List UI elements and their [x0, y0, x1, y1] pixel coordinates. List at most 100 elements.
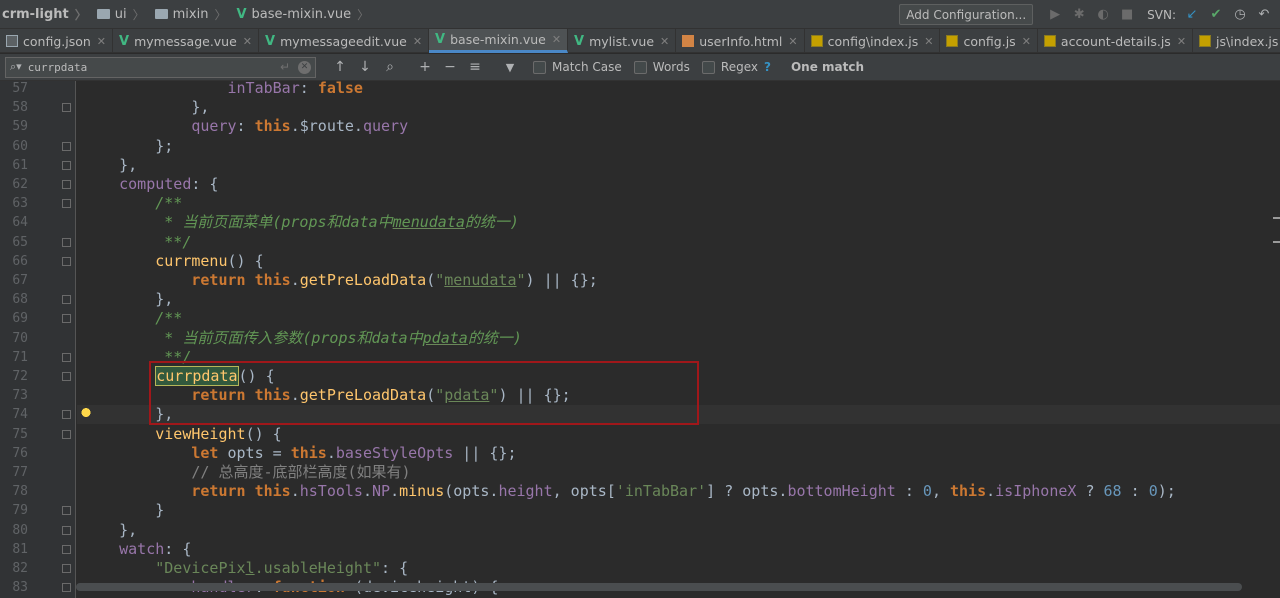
- editor-tab[interactable]: account-details.js ✕: [1038, 29, 1194, 53]
- horizontal-scrollbar[interactable]: [76, 583, 1242, 591]
- filter-icon[interactable]: ▼: [499, 54, 521, 81]
- words-box[interactable]: [633, 60, 647, 74]
- words-checkbox[interactable]: Words: [633, 60, 690, 74]
- editor-tab[interactable]: Vbase-mixin.vue ✕: [429, 29, 569, 53]
- code-line[interactable]: }: [83, 501, 164, 520]
- line-number: 72: [12, 369, 28, 384]
- svn-commit-icon[interactable]: ✔: [1206, 0, 1226, 29]
- clear-search-icon[interactable]: ✕: [298, 60, 311, 74]
- fold-marker-icon[interactable]: [62, 160, 71, 170]
- breadcrumb-item[interactable]: crm-light 〉: [0, 0, 91, 29]
- code-token: * 当前页面传入参数(props和data中: [83, 328, 423, 347]
- breadcrumb-item[interactable]: ui 〉: [91, 0, 149, 29]
- code-line[interactable]: query: this.$route.query: [83, 117, 408, 136]
- breadcrumb-item[interactable]: mixin 〉: [149, 0, 231, 29]
- fold-marker-icon[interactable]: [62, 525, 71, 535]
- fold-marker-icon[interactable]: [62, 103, 71, 113]
- code-line[interactable]: "DevicePixl.usableHeight": {: [83, 559, 408, 578]
- editor-tab[interactable]: config.js ✕: [940, 29, 1038, 53]
- fold-marker-icon[interactable]: [62, 410, 71, 420]
- code-line[interactable]: return this.hsTools.NP.minus(opts.height…: [83, 482, 1175, 501]
- code-line[interactable]: // 总高度-底部栏高度(如果有): [83, 463, 410, 482]
- breadcrumb-separator-icon: 〉: [214, 7, 227, 22]
- revert-icon[interactable]: ↶: [1254, 0, 1274, 29]
- code-line[interactable]: watch: {: [83, 540, 191, 559]
- match-case-checkbox[interactable]: Match Case: [533, 60, 622, 74]
- code-line[interactable]: * 当前页面菜单(props和data中menudata的统一): [83, 213, 519, 232]
- fold-marker-icon[interactable]: [62, 237, 71, 247]
- fold-marker-icon[interactable]: [62, 295, 71, 305]
- fold-marker-icon[interactable]: [62, 180, 71, 189]
- find-all-icon[interactable]: ⌕: [379, 54, 401, 81]
- debug-icon[interactable]: ✱: [1069, 0, 1089, 29]
- search-field[interactable]: ⌕▾ currpdata ↵ ✕: [5, 56, 316, 78]
- editor-tab[interactable]: config.json ✕: [0, 29, 113, 53]
- editor-tab[interactable]: config\index.js ✕: [805, 29, 941, 53]
- code-line[interactable]: return this.getPreLoadData("menudata") |…: [83, 271, 597, 290]
- add-configuration-button[interactable]: Add Configuration...: [899, 4, 1034, 25]
- regex-box[interactable]: [701, 60, 715, 74]
- editor-tab[interactable]: js\index.js✕: [1193, 29, 1280, 53]
- close-tab-icon[interactable]: ✕: [1022, 35, 1031, 48]
- stop-icon[interactable]: ■: [1117, 0, 1137, 29]
- fold-marker-icon[interactable]: [62, 564, 71, 573]
- add-selection-icon[interactable]: +: [414, 54, 436, 81]
- close-tab-icon[interactable]: ✕: [413, 35, 422, 48]
- code-line[interactable]: },: [83, 156, 137, 175]
- close-tab-icon[interactable]: ✕: [924, 35, 933, 48]
- close-tab-icon[interactable]: ✕: [243, 35, 252, 48]
- code-line[interactable]: /**: [83, 194, 182, 213]
- stripe-mark: [1273, 241, 1280, 243]
- code-token: },: [83, 98, 210, 117]
- fold-marker-icon[interactable]: [62, 506, 71, 516]
- code-line[interactable]: computed: {: [83, 175, 218, 194]
- fold-marker-icon[interactable]: [62, 199, 71, 209]
- editor-tab[interactable]: Vmymessage.vue ✕: [113, 29, 260, 53]
- fold-marker-icon[interactable]: [62, 429, 71, 439]
- code-editor[interactable]: 57 58 59 60 61 62 63 64 65 66 67 68 69 70 71 72 73 74 75 76…: [0, 81, 1280, 598]
- search-icon[interactable]: ⌕▾: [10, 60, 22, 74]
- code-line[interactable]: **/: [83, 233, 191, 252]
- code-token: :: [1121, 482, 1149, 501]
- breadcrumb: crm-light 〉 ui 〉 mixin 〉 Vbase-mixin.vue 〉: [0, 0, 373, 29]
- select-all-occurrences-icon[interactable]: ≡: [464, 54, 486, 81]
- breadcrumb-item[interactable]: Vbase-mixin.vue 〉: [230, 0, 373, 29]
- fold-marker-icon[interactable]: [62, 141, 71, 151]
- fold-marker-icon[interactable]: [62, 314, 71, 324]
- close-tab-icon[interactable]: ✕: [660, 35, 669, 48]
- fold-marker-icon[interactable]: [62, 256, 71, 266]
- code-line[interactable]: /**: [83, 309, 182, 328]
- code-line[interactable]: },: [83, 521, 137, 540]
- fold-marker-icon[interactable]: [62, 352, 71, 362]
- fold-marker-icon[interactable]: [62, 583, 71, 593]
- code-line[interactable]: viewHeight() {: [83, 425, 281, 444]
- run-icon[interactable]: ▶: [1045, 0, 1065, 29]
- editor-tab[interactable]: Vmylist.vue ✕: [568, 29, 677, 53]
- fold-marker-icon[interactable]: [62, 372, 71, 381]
- match-case-box[interactable]: [533, 60, 546, 74]
- regex-help-link[interactable]: ?: [764, 60, 771, 74]
- code-line[interactable]: currmenu() {: [83, 252, 263, 271]
- history-icon[interactable]: ◷: [1230, 0, 1250, 29]
- intention-bulb-icon[interactable]: [81, 408, 91, 422]
- previous-occurrence-icon[interactable]: ↑: [329, 54, 351, 81]
- code-line[interactable]: },: [83, 290, 173, 309]
- code-line[interactable]: inTabBar: false: [83, 81, 363, 98]
- close-tab-icon[interactable]: ✕: [97, 35, 106, 48]
- remove-selection-icon[interactable]: −: [439, 54, 461, 81]
- editor-tab[interactable]: Vmymessageedit.vue ✕: [259, 29, 430, 53]
- editor-tab[interactable]: userInfo.html ✕: [676, 29, 805, 53]
- close-tab-icon[interactable]: ✕: [552, 33, 561, 46]
- code-line[interactable]: },: [83, 98, 209, 117]
- close-tab-icon[interactable]: ✕: [1177, 35, 1186, 48]
- coverage-icon[interactable]: ◐: [1093, 0, 1113, 29]
- regex-checkbox[interactable]: Regex ?: [701, 60, 771, 74]
- search-input[interactable]: currpdata: [28, 61, 280, 74]
- code-line[interactable]: * 当前页面传入参数(props和data中pdata的统一): [83, 329, 522, 348]
- fold-marker-icon[interactable]: [62, 544, 71, 554]
- code-line[interactable]: let opts = this.baseStyleOpts || {};: [83, 444, 516, 463]
- svn-update-icon[interactable]: ↙: [1182, 0, 1202, 29]
- close-tab-icon[interactable]: ✕: [788, 35, 797, 48]
- code-line[interactable]: };: [83, 137, 173, 156]
- next-occurrence-icon[interactable]: ↓: [354, 54, 376, 81]
